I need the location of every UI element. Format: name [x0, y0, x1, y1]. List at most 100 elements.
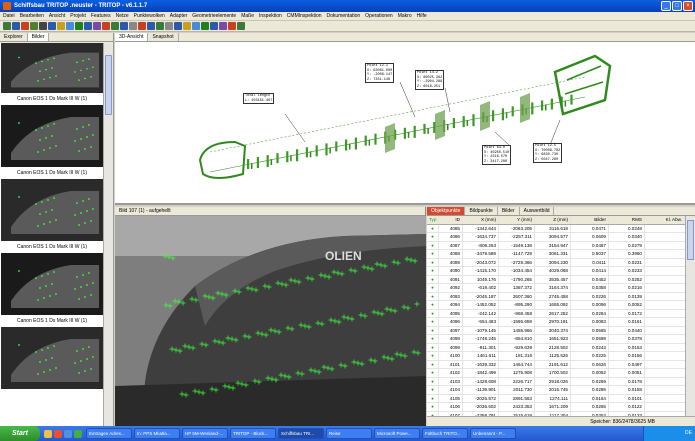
- table-row[interactable]: ● 4100 1461.611 181.316 1125.526 0.0225 0.0156: [427, 352, 685, 361]
- toolbar-tool-icon[interactable]: [12, 22, 20, 30]
- measurement-tag-point-b[interactable]: Point 14-2 X: 80025.362 Y: -2904.289 Z: …: [415, 70, 445, 90]
- taskbar-app-button[interactable]: Unbenannt - P...: [470, 428, 516, 439]
- table-row[interactable]: ● 4101 -1639.332 1464.744 2191.612 0.0626 0.04…: [427, 360, 685, 369]
- image-thumbnail[interactable]: [1, 253, 103, 315]
- taskbar-app-button[interactable]: Faltbuch TRITO...: [422, 428, 468, 439]
- thumbnail-list[interactable]: Canon EOS 1 Ds Mark III W (1) Canon EOS 1…: [0, 43, 104, 426]
- table-row[interactable]: ● 4086 -1634.737 -2257.311 3094.577 0.0609 0.0…: [427, 233, 685, 242]
- toolbar-tool-icon[interactable]: [192, 22, 200, 30]
- quick-launch-icon[interactable]: [44, 429, 52, 438]
- table-row[interactable]: ● 4091 1049.176 -1790.265 3535.457 0.0452 0.02…: [427, 275, 685, 284]
- toolbar-tool-icon[interactable]: [30, 22, 38, 30]
- menu-item-8[interactable]: Geometrieelemente: [192, 13, 236, 19]
- table-scrollbar[interactable]: [685, 216, 695, 416]
- table-row[interactable]: ● 4089 -2043.072 -2729.366 3094.230 0.0411 0.0…: [427, 258, 685, 267]
- table-row[interactable]: ● 4098 -1748.245 -854.810 1651.923 0.0598 0.03…: [427, 335, 685, 344]
- menu-item-12[interactable]: Dokumentation: [327, 13, 361, 19]
- toolbar-tool-icon[interactable]: [183, 22, 191, 30]
- column-header[interactable]: Y (mm): [499, 216, 535, 224]
- taskbar-app-button[interactable]: TRITOP - Block...: [230, 428, 276, 439]
- menu-item-7[interactable]: Adapter: [170, 13, 188, 19]
- tab-image-points[interactable]: Bildpunkte: [465, 207, 498, 215]
- toolbar-tool-icon[interactable]: [210, 22, 218, 30]
- 3d-view-panel[interactable]: 3D-Ansicht Snapshot Total Length L: 1031…: [115, 33, 695, 205]
- toolbar-tool-icon[interactable]: [39, 22, 47, 30]
- quick-launch-icon[interactable]: [64, 429, 72, 438]
- tab-3d-view[interactable]: 3D-Ansicht: [115, 33, 149, 41]
- photo-view-panel[interactable]: Bild 107 (1) - aufgehellt OLIEN: [115, 207, 426, 426]
- table-row[interactable]: ● 4094 -1452.052 -895.290 1655.092 0.0096 0.00…: [427, 301, 685, 310]
- column-header[interactable]: Kl. Abw.: [645, 216, 685, 224]
- toolbar-tool-icon[interactable]: [3, 22, 11, 30]
- measurement-tag-point-a[interactable]: Point 12-1 X: 63081.000 Y: -2006.147 Z: …: [365, 63, 395, 83]
- menu-item-0[interactable]: Datei: [3, 13, 15, 19]
- toolbar-tool-icon[interactable]: [201, 22, 209, 30]
- toolbar-tool-icon[interactable]: [237, 22, 245, 30]
- table-row[interactable]: ● 4087 -808.263 -1549.138 3154.947 0.0467 0.02…: [427, 241, 685, 250]
- menu-item-5[interactable]: Netze: [116, 13, 129, 19]
- toolbar-tool-icon[interactable]: [84, 22, 92, 30]
- column-header[interactable]: ID: [439, 216, 463, 224]
- toolbar-tool-icon[interactable]: [48, 22, 56, 30]
- image-thumbnail[interactable]: [1, 105, 103, 167]
- menu-item-9[interactable]: Maße: [241, 13, 254, 19]
- taskbar-app-button[interactable]: Schiffsbau TRI...: [278, 428, 324, 439]
- menu-item-1[interactable]: Bearbeiten: [20, 13, 44, 19]
- menu-item-15[interactable]: Hilfe: [417, 13, 427, 19]
- table-row[interactable]: ● 4104 -1139.901 2011.730 2015.745 0.0295 0.01…: [427, 386, 685, 395]
- menu-item-2[interactable]: Ansicht: [49, 13, 65, 19]
- minimize-button[interactable]: _: [661, 1, 671, 11]
- toolbar-tool-icon[interactable]: [75, 22, 83, 30]
- taskbar-app-button[interactable]: HP 5M-Wenland-...: [182, 428, 228, 439]
- table-row[interactable]: ● 4092 -619.402 1387.372 3164.374 0.0358 0.021…: [427, 284, 685, 293]
- toolbar-tool-icon[interactable]: [120, 22, 128, 30]
- table-row[interactable]: ● 4099 -911.301 -929.639 2128.502 0.0243 0.015…: [427, 343, 685, 352]
- table-scroll-thumb[interactable]: [687, 220, 694, 260]
- measurement-tag-total-length[interactable]: Total Length L: 103151.467: [243, 93, 275, 104]
- table-row[interactable]: ● 4106 -2036.602 2423.353 1671.209 0.0265 0.01…: [427, 403, 685, 412]
- taskbar-app-button[interactable]: In: PPS Mkatla...: [134, 428, 180, 439]
- menu-item-3[interactable]: Projekt: [70, 13, 86, 19]
- menu-item-11[interactable]: CMMInspektion: [287, 13, 322, 19]
- toolbar-tool-icon[interactable]: [147, 22, 155, 30]
- toolbar-tool-icon[interactable]: [102, 22, 110, 30]
- menu-item-6[interactable]: Punktewolken: [134, 13, 165, 19]
- table-row[interactable]: ● 4105 -2026.572 2891.563 1274.111 0.0164 0.01…: [427, 394, 685, 403]
- toolbar-tool-icon[interactable]: [228, 22, 236, 30]
- toolbar-tool-icon[interactable]: [93, 22, 101, 30]
- taskbar-app-button[interactable]: Microsoft Powe...: [374, 428, 420, 439]
- toolbar-tool-icon[interactable]: [111, 22, 119, 30]
- tab-images-list[interactable]: Bilder: [498, 207, 520, 215]
- toolbar-tool-icon[interactable]: [165, 22, 173, 30]
- tab-images[interactable]: Bilder: [27, 33, 50, 41]
- points-table[interactable]: Typ ID X (mm) Y (mm) Z (mm) Bilder RMS Kl. Abw.…: [427, 216, 685, 416]
- table-row[interactable]: ● 4095 -242.142 -968.458 2617.252 0.0284 0.017…: [427, 309, 685, 318]
- measurement-tag-point-d[interactable]: Point 12-5 X: 70008.792 Y: 6830.730 Z: 5…: [533, 143, 563, 163]
- toolbar-tool-icon[interactable]: [138, 22, 146, 30]
- maximize-button[interactable]: □: [672, 1, 682, 11]
- table-row[interactable]: ● 4090 -1415.170 -1034.454 4029.068 0.0414 0.0…: [427, 267, 685, 276]
- image-thumbnail[interactable]: [1, 43, 103, 93]
- ship-3d-model[interactable]: [115, 42, 695, 205]
- table-row[interactable]: ● 4096 -554.483 -1595.659 2970.191 0.0083 0.01…: [427, 318, 685, 327]
- tray-language[interactable]: DE: [685, 430, 692, 436]
- menu-item-4[interactable]: Features: [91, 13, 111, 19]
- table-row[interactable]: ● 4097 -1079.145 1455.966 3040.374 0.0565 0.04…: [427, 326, 685, 335]
- toolbar-tool-icon[interactable]: [57, 22, 65, 30]
- toolbar-tool-icon[interactable]: [129, 22, 137, 30]
- taskbar-app-button[interactable]: Eintragen Adres...: [86, 428, 132, 439]
- start-button[interactable]: Start: [0, 426, 40, 441]
- tab-snapshot[interactable]: Snapshot: [148, 33, 179, 41]
- menu-item-13[interactable]: Operationen: [365, 13, 393, 19]
- tab-object-points[interactable]: Objektpunkte: [427, 207, 466, 215]
- quick-launch-icon[interactable]: [54, 429, 62, 438]
- toolbar-tool-icon[interactable]: [66, 22, 74, 30]
- ship-hull-photo[interactable]: OLIEN: [115, 216, 426, 426]
- tab-evaluation-image[interactable]: Auswertbild: [520, 207, 555, 215]
- column-header[interactable]: RMS: [609, 216, 645, 224]
- image-thumbnail[interactable]: [1, 179, 103, 241]
- toolbar-tool-icon[interactable]: [219, 22, 227, 30]
- menu-item-14[interactable]: Makro: [398, 13, 412, 19]
- toolbar-tool-icon[interactable]: [174, 22, 182, 30]
- column-header[interactable]: Bilder: [571, 216, 609, 224]
